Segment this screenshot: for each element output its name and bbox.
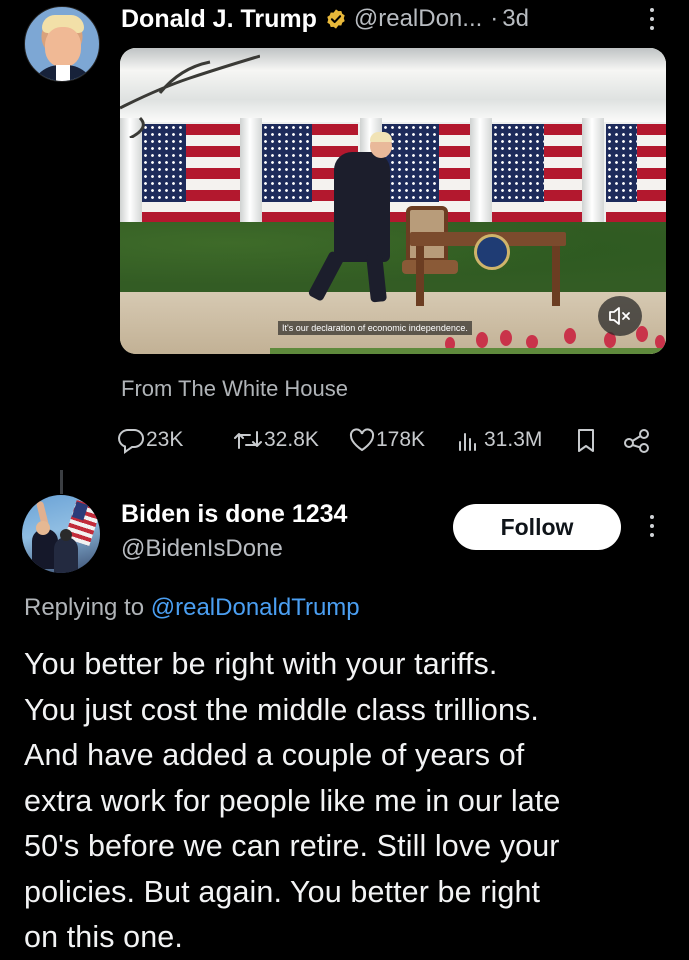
reply-line: on this one. — [24, 920, 183, 954]
repost-button[interactable]: 32.8K — [232, 424, 319, 456]
tweet-video[interactable]: It's our declaration of economic indepen… — [120, 48, 666, 354]
reply-line: policies. But again. You better be right — [24, 874, 541, 909]
video-person-hair — [370, 132, 392, 142]
more-icon[interactable] — [642, 508, 662, 544]
author-avatar[interactable] — [24, 6, 100, 82]
reply-line: You better be right with your tariffs. — [24, 647, 498, 681]
reply-line: And have added a couple of years of — [24, 738, 525, 772]
replying-prefix: Replying to — [24, 594, 145, 621]
repost-icon — [234, 431, 262, 449]
reply-line: You just cost the middle class trillions… — [24, 692, 539, 727]
like-count: 178K — [376, 428, 426, 451]
separator-dot: · — [490, 5, 499, 32]
reply-icon — [118, 429, 144, 454]
video-person — [334, 152, 390, 262]
video-caption: It's our declaration of economic indepen… — [278, 321, 472, 335]
avatar-figure-head — [36, 521, 50, 535]
views-count: 31.3M — [484, 428, 543, 451]
reply-author-avatar[interactable] — [22, 495, 100, 573]
video-hedge — [120, 222, 666, 292]
video-desk-leg — [416, 246, 424, 306]
reply-line: extra work for people like me in our lat… — [24, 783, 561, 818]
like-button[interactable]: 178K — [348, 424, 425, 456]
reply-author-handle[interactable]: @BidenIsDone — [121, 535, 283, 563]
bookmark-button[interactable] — [574, 424, 598, 456]
replying-to-link[interactable]: @realDonaldTrump — [151, 594, 360, 621]
source-label: From The White House — [121, 376, 349, 401]
reply-text: You better be right with your tariffs. Y… — [24, 642, 669, 960]
avatar-face — [45, 27, 81, 67]
reply-author-name[interactable]: Biden is done 1234 — [121, 500, 347, 529]
reply-line: 50's before we can retire. Still love yo… — [24, 829, 560, 863]
bookmark-icon — [578, 429, 594, 452]
avatar-figure — [54, 537, 78, 573]
avatar-figure-head — [60, 529, 72, 541]
views-icon — [459, 433, 476, 451]
video-tree-branch — [120, 54, 260, 138]
author-name[interactable]: Donald J. Trump — [121, 5, 317, 34]
more-icon[interactable] — [642, 4, 662, 34]
gold-verified-badge-icon — [327, 9, 345, 29]
tweet-actions: 23K 32.8K 178K 31.3M — [116, 424, 666, 456]
author-handle[interactable]: @realDon... — [354, 5, 482, 33]
tweet-age[interactable]: 3d — [502, 5, 529, 33]
reply-count: 23K — [146, 428, 184, 451]
video-desk-leg — [552, 246, 560, 306]
presidential-seal — [474, 234, 510, 270]
speaker-muted-icon — [609, 307, 630, 325]
reply-button[interactable]: 23K — [116, 424, 183, 456]
unmute-button[interactable] — [598, 296, 642, 336]
share-icon — [624, 429, 649, 453]
repost-count: 32.8K — [264, 428, 319, 451]
tweet-header: Donald J. Trump @realDon... · 3d — [121, 4, 529, 34]
follow-button[interactable]: Follow — [453, 504, 621, 550]
avatar-shirt — [56, 65, 70, 81]
replying-to: Replying to @realDonaldTrump — [24, 594, 360, 622]
like-icon — [349, 428, 375, 452]
thread-connector — [60, 470, 63, 494]
video-chair-seat — [402, 260, 458, 274]
share-button[interactable] — [622, 424, 652, 456]
views-button[interactable]: 31.3M — [454, 424, 542, 456]
